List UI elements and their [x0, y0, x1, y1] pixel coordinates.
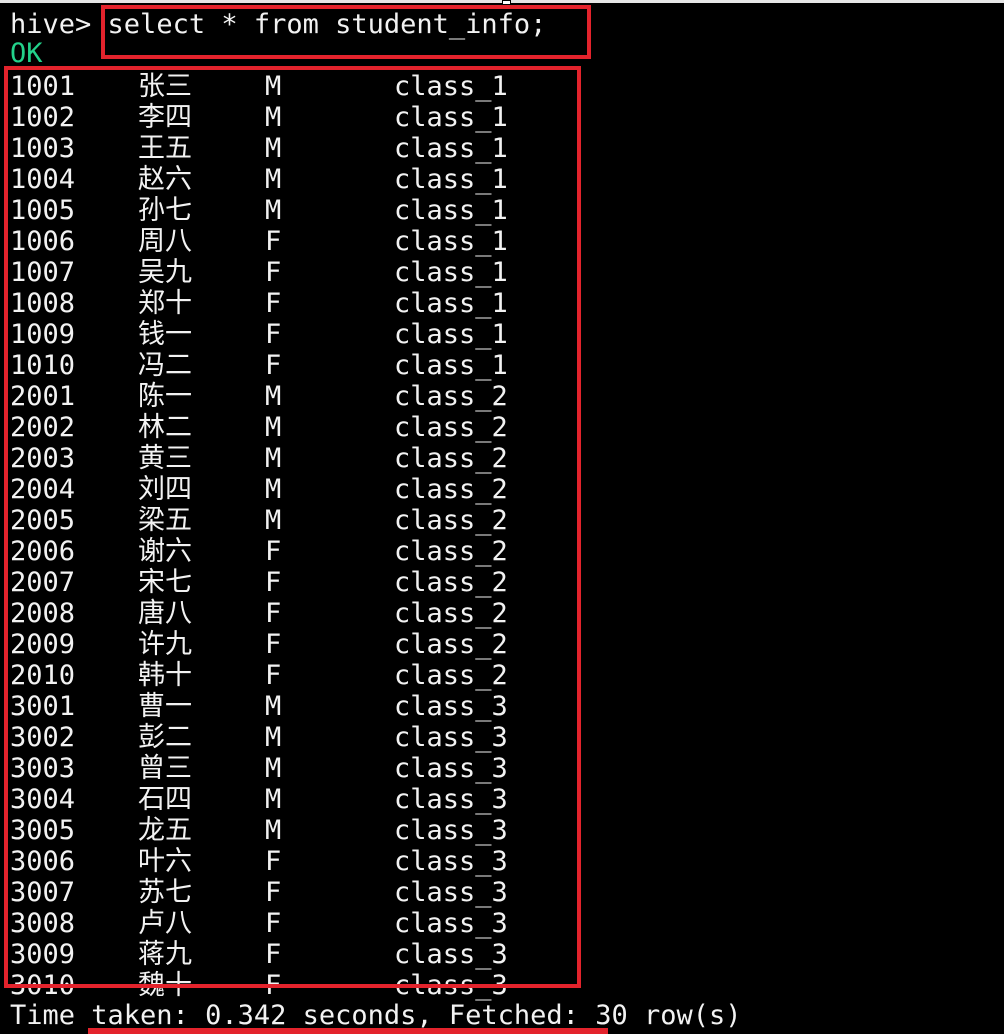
terminal-window[interactable]: hive> select * from student_info; OK 100… [0, 0, 1004, 1034]
hive-prompt: hive> [10, 9, 92, 40]
time-taken-footer: Time taken: 0.342 seconds, Fetched: 30 r… [10, 1000, 742, 1031]
time-taken-underline [88, 1028, 608, 1034]
results-highlight-box [4, 66, 581, 988]
status-ok: OK [10, 38, 43, 69]
command-highlight-box [101, 5, 591, 59]
